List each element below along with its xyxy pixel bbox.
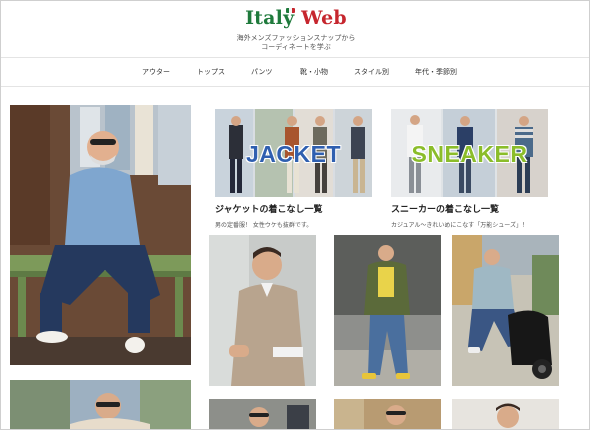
featured-snap-photo[interactable] bbox=[10, 105, 191, 365]
browser-frame: Italy Web 海外メンズファッションスナップから コーディネートを学ぶ ア… bbox=[0, 0, 590, 430]
nav-item-style[interactable]: スタイル別 bbox=[354, 67, 389, 77]
snap-bottom-3-image bbox=[334, 399, 441, 429]
nav-item-outer[interactable]: アウター bbox=[142, 67, 170, 77]
italian-flag-icon bbox=[286, 8, 295, 13]
site-header: Italy Web 海外メンズファッションスナップから コーディネートを学ぶ bbox=[1, 1, 589, 57]
snap-photo-vespa[interactable] bbox=[452, 235, 559, 386]
jacket-banner-label: JACKET bbox=[245, 141, 341, 167]
sneaker-card-title[interactable]: スニーカーの着こなし一覧 bbox=[391, 202, 499, 215]
site-tagline: 海外メンズファッションスナップから コーディネートを学ぶ bbox=[1, 34, 589, 52]
tagline-line-2: コーディネートを学ぶ bbox=[261, 43, 331, 51]
jacket-card-desc: 男の定番服！ 女性ウケも抜群です。 bbox=[215, 222, 313, 229]
snap-bottom-2-image bbox=[209, 399, 316, 429]
snap-photo-knit[interactable] bbox=[209, 235, 316, 386]
nav-item-shoes-accessories[interactable]: 靴・小物 bbox=[300, 67, 328, 77]
snap-photo-bottom-2[interactable] bbox=[209, 399, 316, 429]
snap-photo-khaki-jacket[interactable] bbox=[334, 235, 441, 386]
jacket-category-banner[interactable]: JACKET bbox=[215, 109, 372, 197]
logo-text-web: Web bbox=[301, 7, 347, 29]
nav-item-tops[interactable]: トップス bbox=[197, 67, 225, 77]
snap-photo-bottom-left[interactable] bbox=[10, 380, 191, 429]
jacket-card-title[interactable]: ジャケットの着こなし一覧 bbox=[215, 202, 323, 215]
snap-photo-bottom-3[interactable] bbox=[334, 399, 441, 429]
featured-snap-image bbox=[10, 105, 191, 365]
site-logo[interactable]: Italy Web bbox=[1, 7, 589, 29]
sneaker-card-desc: カジュアル～きれいめにこなす「万能シューズ」！ bbox=[391, 222, 528, 229]
snap-bottom-4-image bbox=[452, 399, 559, 429]
snap-khaki-image bbox=[334, 235, 441, 386]
snap-bottom-left-image bbox=[10, 380, 191, 429]
snap-vespa-image bbox=[452, 235, 559, 386]
nav-item-age-season[interactable]: 年代・季節別 bbox=[415, 67, 457, 77]
main-nav: アウター トップス パンツ 靴・小物 スタイル別 年代・季節別 bbox=[1, 57, 589, 87]
snap-photo-bottom-4[interactable] bbox=[452, 399, 559, 429]
tagline-line-1: 海外メンズファッションスナップから bbox=[236, 34, 356, 42]
nav-item-pants[interactable]: パンツ bbox=[251, 67, 272, 77]
sneaker-banner-label: SNEAKER bbox=[411, 141, 528, 167]
sneaker-category-banner[interactable]: SNEAKER bbox=[391, 109, 548, 197]
snap-knit-image bbox=[209, 235, 316, 386]
